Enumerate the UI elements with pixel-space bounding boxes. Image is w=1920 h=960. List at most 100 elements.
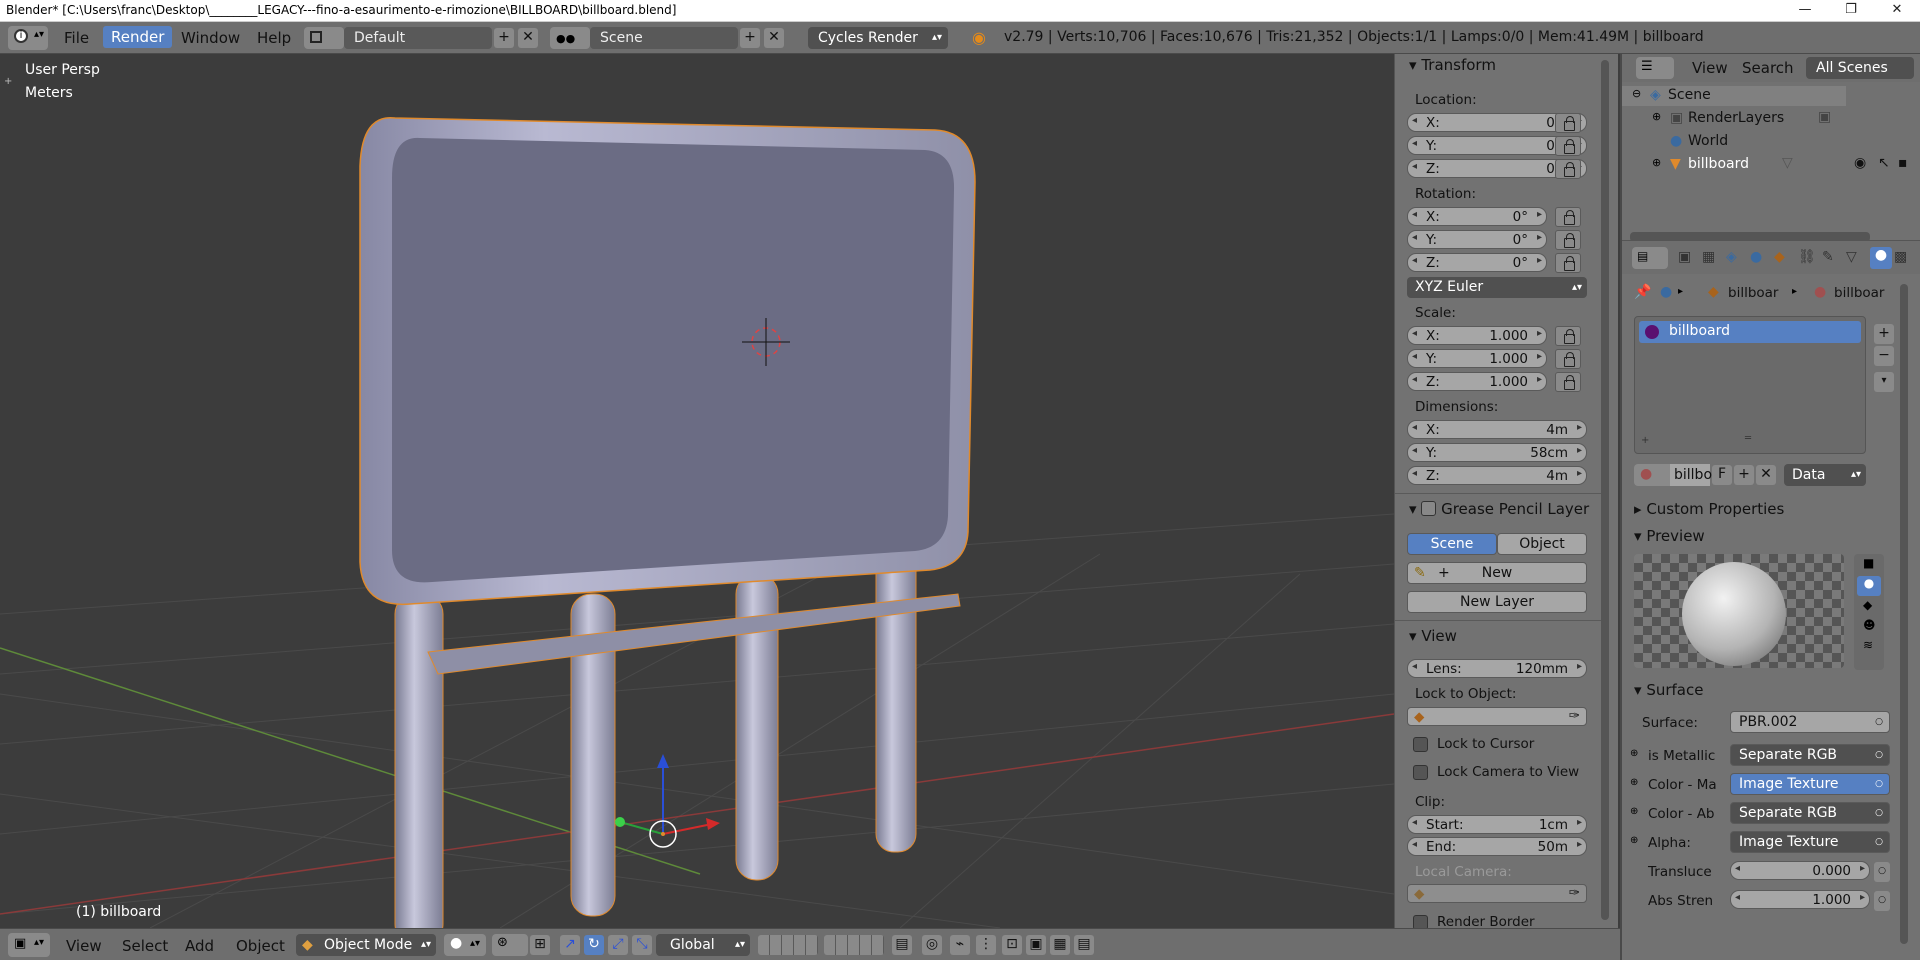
add-material-slot-button[interactable]: +: [1874, 324, 1894, 344]
outliner-editor-type-button[interactable]: ☰: [1636, 57, 1674, 79]
fake-user-button[interactable]: F: [1712, 465, 1732, 485]
scene-source-button[interactable]: Scene: [1407, 533, 1497, 555]
3d-viewport[interactable]: User Persp Meters + (1) billboard: [0, 54, 1394, 928]
lock-rotation-x-icon[interactable]: [1555, 207, 1581, 227]
rotate-manipulator-icon[interactable]: ↻: [584, 935, 604, 955]
layout-menu-button[interactable]: [304, 27, 344, 49]
outliner-row-scene[interactable]: ⊖ ◈ Scene: [1622, 86, 1846, 106]
scene-tab-icon[interactable]: ◈: [1726, 249, 1748, 271]
dimensions-x-field[interactable]: ◂ X: 4m ▸: [1407, 420, 1587, 439]
view-panel-header[interactable]: ▾ View: [1409, 625, 1457, 647]
modifiers-tab-icon[interactable]: ✎: [1822, 249, 1844, 271]
translate-manipulator-icon[interactable]: ↗: [560, 935, 580, 955]
lock-scale-x-icon[interactable]: [1555, 326, 1581, 346]
minimize-button[interactable]: —: [1782, 0, 1828, 22]
viewport-editor-type-button[interactable]: ▣ ▴▾: [8, 933, 50, 957]
expand-input-icon[interactable]: ⊕: [1630, 835, 1638, 846]
menu-render[interactable]: Render: [103, 26, 173, 48]
snap-toggle-icon[interactable]: ⌁: [950, 935, 970, 955]
eyedropper-icon[interactable]: ✑: [1569, 708, 1580, 724]
rotation-x-field[interactable]: ◂ X: 0° ▸: [1407, 207, 1547, 226]
lock-layers-icon[interactable]: ▤: [892, 935, 912, 955]
material-link-dropdown[interactable]: Data ▴▾: [1784, 464, 1866, 486]
sync-icon[interactable]: ▤: [1074, 935, 1094, 955]
lock-scale-y-icon[interactable]: [1555, 349, 1581, 369]
preview-sphere-icon[interactable]: ●: [1857, 576, 1881, 596]
preview-flat-icon[interactable]: ■: [1863, 556, 1874, 570]
menu-window[interactable]: Window: [181, 29, 240, 47]
transform-orientation-dropdown[interactable]: Global ▴▾: [656, 934, 750, 956]
visibility-eye-icon[interactable]: ◉: [1854, 155, 1866, 171]
unlink-material-button[interactable]: ✕: [1756, 465, 1776, 485]
pin-icon[interactable]: 📌: [1634, 284, 1651, 300]
new-material-button[interactable]: +: [1734, 465, 1754, 485]
viewport-add-menu[interactable]: Add: [185, 937, 214, 955]
rotation-mode-dropdown[interactable]: XYZ Euler ▴▾: [1407, 277, 1587, 298]
expand-input-icon[interactable]: ⊕: [1630, 806, 1638, 817]
outliner-display-mode-dropdown[interactable]: All Scenes: [1806, 57, 1914, 79]
eyedropper-icon[interactable]: ✑: [1569, 885, 1580, 901]
browse-material-button[interactable]: ●: [1634, 464, 1670, 486]
surface-shader-field[interactable]: PBR.002 ○: [1730, 711, 1890, 733]
viewport-shading-button[interactable]: ● ▴▾: [444, 934, 486, 956]
texture-tab-icon[interactable]: ▩: [1894, 249, 1916, 271]
constraints-tab-icon[interactable]: ⛓: [1798, 249, 1820, 271]
abs-strength-slider[interactable]: ◂ 1.000 ▸: [1730, 890, 1870, 909]
grease-pencil-panel-header[interactable]: ▾ Grease Pencil Layer: [1409, 498, 1599, 520]
manipulator-orientation-icon[interactable]: ⤡: [632, 935, 652, 955]
snap-element-icon[interactable]: ⋮: [976, 935, 996, 955]
layout-field[interactable]: Default: [344, 27, 492, 49]
material-tab-icon[interactable]: ●: [1870, 247, 1892, 269]
viewport-object-menu[interactable]: Object: [236, 937, 285, 955]
close-button[interactable]: ✕: [1874, 0, 1920, 22]
scale-y-field[interactable]: ◂ Y: 1.000 ▸: [1407, 349, 1547, 368]
scene-menu-button[interactable]: ●●: [550, 27, 590, 49]
preview-monkey-icon[interactable]: ☻: [1863, 618, 1876, 632]
lock-location-y-icon[interactable]: [1555, 136, 1581, 156]
clip-end-field[interactable]: ◂ End: 50m ▸: [1407, 837, 1587, 856]
collapse-icon[interactable]: ⊖: [1632, 87, 1641, 100]
dimensions-z-field[interactable]: ◂ Z: 4m ▸: [1407, 466, 1587, 485]
toolshelf-toggle-icon[interactable]: +: [4, 76, 12, 87]
outliner-view-menu[interactable]: View: [1692, 59, 1728, 77]
lock-location-x-icon[interactable]: [1555, 113, 1581, 133]
npanel-scrollbar[interactable]: [1601, 60, 1609, 920]
selectability-cursor-icon[interactable]: ↖: [1878, 155, 1890, 171]
maximize-button[interactable]: ❐: [1828, 0, 1874, 22]
clip-start-field[interactable]: ◂ Start: 1cm ▸: [1407, 815, 1587, 834]
socket-link-icon[interactable]: ○: [1874, 891, 1890, 911]
scale-x-field[interactable]: ◂ X: 1.000 ▸: [1407, 326, 1547, 345]
list-resize-handle[interactable]: ═: [1745, 433, 1751, 444]
opengl-render-icon[interactable]: ▣: [1026, 935, 1046, 955]
translucency-slider[interactable]: ◂ 0.000 ▸: [1730, 861, 1870, 880]
scale-z-field[interactable]: ◂ Z: 1.000 ▸: [1407, 372, 1547, 391]
expand-input-icon[interactable]: ⊕: [1630, 777, 1638, 788]
input-color-ab-field[interactable]: Separate RGB ○: [1730, 802, 1890, 824]
pivot-point-button[interactable]: ⊛: [492, 934, 528, 956]
render-tab-icon[interactable]: ▣: [1678, 249, 1700, 271]
outliner-search-menu[interactable]: Search: [1742, 59, 1794, 77]
rotation-z-field[interactable]: ◂ Z: 0° ▸: [1407, 253, 1547, 272]
list-filter-icon[interactable]: +: [1641, 435, 1649, 446]
viewport-select-menu[interactable]: Select: [122, 937, 168, 955]
expand-input-icon[interactable]: ⊕: [1630, 748, 1638, 759]
grease-pencil-checkbox[interactable]: [1421, 501, 1437, 516]
preview-hair-icon[interactable]: ≋: [1863, 638, 1873, 652]
rotation-y-field[interactable]: ◂ Y: 0° ▸: [1407, 230, 1547, 249]
new-grease-pencil-button[interactable]: ✎ + New: [1407, 562, 1587, 584]
menu-help[interactable]: Help: [257, 29, 291, 47]
outliner-row-world[interactable]: ● World: [1622, 132, 1920, 152]
scene-field[interactable]: Scene: [590, 27, 738, 49]
new-layer-button[interactable]: New Layer: [1407, 591, 1587, 613]
lock-rotation-z-icon[interactable]: [1555, 253, 1581, 273]
object-source-button[interactable]: Object: [1497, 533, 1587, 555]
preview-header[interactable]: ▾ Preview: [1634, 525, 1705, 547]
interaction-mode-dropdown[interactable]: ◆ Object Mode ▴▾: [296, 934, 436, 956]
renderability-camera-icon[interactable]: ▪: [1898, 155, 1908, 171]
lock-object-field[interactable]: ◆ ✑: [1407, 707, 1587, 726]
object-tab-icon[interactable]: ◆: [1774, 249, 1796, 271]
material-name-field[interactable]: billbo: [1670, 464, 1712, 486]
scene-layers-grid-1[interactable]: [758, 935, 818, 955]
renderlayers-tab-icon[interactable]: ▦: [1702, 249, 1724, 271]
lock-location-z-icon[interactable]: [1555, 159, 1581, 179]
